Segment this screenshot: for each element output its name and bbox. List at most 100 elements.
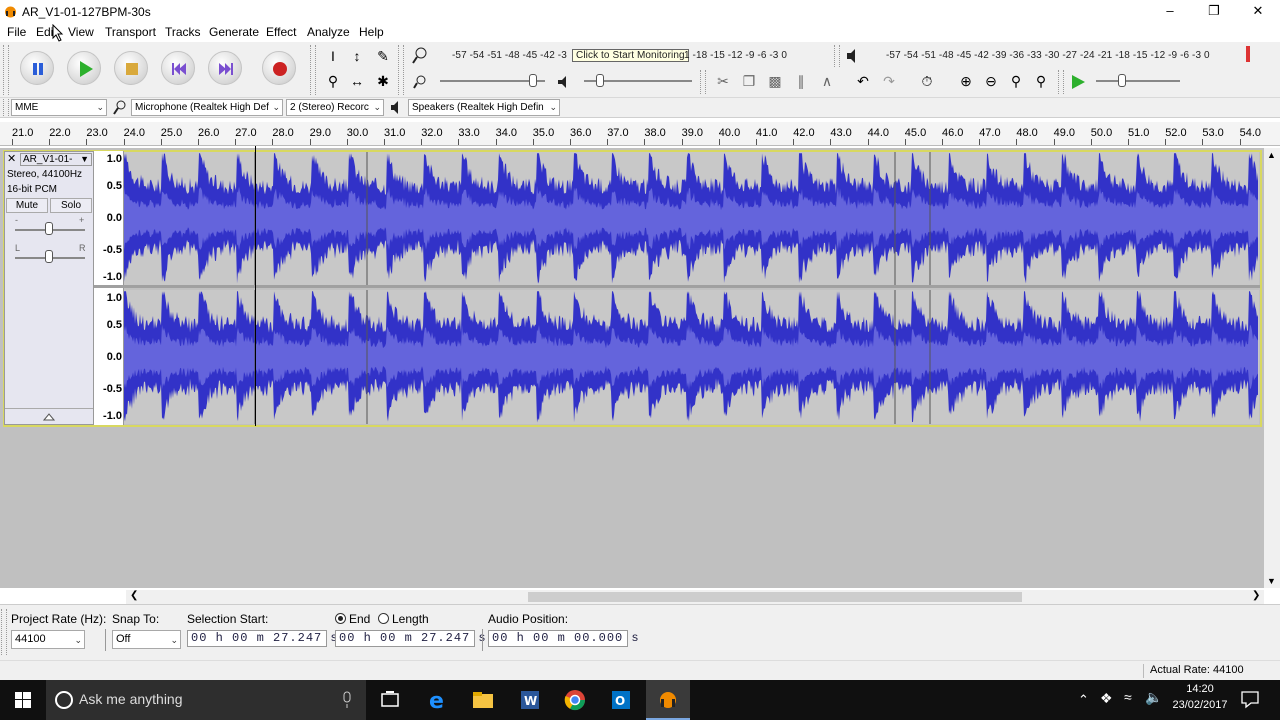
play-button[interactable] bbox=[67, 51, 101, 85]
horizontal-scrollbar[interactable]: ❮ ❯ bbox=[126, 590, 1264, 604]
zoom-out-icon[interactable]: ⊖ bbox=[980, 70, 1002, 92]
audacity-taskbar-button[interactable] bbox=[646, 680, 690, 720]
collapse-track-button[interactable] bbox=[5, 408, 93, 424]
envelope-tool-icon[interactable]: ↕ bbox=[346, 45, 368, 67]
playback-meter-speaker-icon[interactable] bbox=[844, 46, 864, 66]
menu-tracks[interactable]: Tracks bbox=[165, 25, 201, 39]
vertical-scrollbar[interactable]: ▲ ▼ bbox=[1264, 148, 1280, 588]
menu-transport[interactable]: Transport bbox=[105, 25, 156, 39]
record-meter-scale[interactable]: -57 -54 -51 -48 -45 -42 -3 bbox=[452, 50, 567, 61]
dropbox-icon[interactable]: ❖ bbox=[1100, 690, 1113, 707]
edge-browser-icon[interactable]: e bbox=[426, 688, 450, 714]
task-view-icon[interactable] bbox=[378, 688, 402, 712]
silence-icon[interactable]: ∧ bbox=[816, 70, 838, 92]
amplitude-scale[interactable]: 1.0 0.5 0.0 -0.5 -1.0 1.0 0.5 0.0 -0.5 -… bbox=[94, 151, 124, 425]
trim-icon[interactable]: ∥ bbox=[790, 70, 812, 92]
menu-effect[interactable]: Effect bbox=[266, 25, 296, 39]
recording-channels-select[interactable]: 2 (Stereo) Recorc ⌄ bbox=[286, 99, 384, 116]
scroll-down-icon[interactable]: ▼ bbox=[1267, 576, 1276, 586]
toolbar-grip[interactable] bbox=[1058, 70, 1064, 94]
recording-device-select[interactable]: Microphone (Realtek High Def ⌄ bbox=[131, 99, 283, 116]
menu-analyze[interactable]: Analyze bbox=[307, 25, 350, 39]
fit-project-icon[interactable]: ⚲ bbox=[1030, 70, 1052, 92]
menu-file[interactable]: File bbox=[7, 25, 26, 39]
end-radio[interactable] bbox=[335, 613, 346, 624]
start-button[interactable] bbox=[0, 680, 46, 720]
mute-button[interactable]: Mute bbox=[6, 198, 48, 213]
record-meter-scale-right[interactable]: 1 -18 -15 -12 -9 -6 -3 0 bbox=[684, 50, 787, 61]
snap-to-select[interactable]: Off ⌄ bbox=[112, 630, 181, 649]
skip-to-end-button[interactable] bbox=[208, 51, 242, 85]
selection-tool-icon[interactable]: I bbox=[322, 45, 344, 67]
toolbar-grip[interactable] bbox=[3, 99, 9, 116]
skip-to-start-button[interactable] bbox=[161, 51, 195, 85]
close-button[interactable]: ✕ bbox=[1236, 0, 1280, 24]
time-shift-tool-icon[interactable]: ↔ bbox=[346, 70, 368, 92]
undo-icon[interactable]: ↶ bbox=[852, 70, 874, 92]
action-center-icon[interactable] bbox=[1240, 689, 1260, 709]
show-hidden-icons-chevron-icon[interactable]: ⌃ bbox=[1078, 692, 1089, 708]
pause-button[interactable] bbox=[20, 51, 54, 85]
toolbar-grip[interactable] bbox=[834, 45, 840, 67]
scroll-left-icon[interactable]: ❮ bbox=[130, 590, 138, 601]
zoom-in-icon[interactable]: ⊕ bbox=[955, 70, 977, 92]
cut-icon[interactable]: ✂ bbox=[712, 70, 734, 92]
gain-slider-thumb[interactable] bbox=[45, 222, 53, 235]
cortana-search-box[interactable]: Ask me anything bbox=[46, 680, 366, 720]
zoom-tool-icon[interactable]: ⚲ bbox=[322, 70, 344, 92]
menu-help[interactable]: Help bbox=[359, 25, 384, 39]
wifi-icon[interactable]: ≈ bbox=[1124, 689, 1132, 705]
redo-icon[interactable]: ↷ bbox=[878, 70, 900, 92]
paste-icon[interactable]: ▩ bbox=[764, 70, 786, 92]
audio-host-select[interactable]: MME ⌄ bbox=[11, 99, 107, 116]
audio-position-field[interactable]: 00 h 00 m 00.000 s bbox=[488, 630, 639, 647]
track-name-menu[interactable]: AR_V1-01- ▼ bbox=[20, 153, 92, 166]
close-track-icon[interactable]: ✕ bbox=[7, 154, 18, 165]
project-rate-select[interactable]: 44100 ⌄ bbox=[11, 630, 85, 649]
horizontal-scroll-thumb[interactable] bbox=[528, 592, 1022, 602]
timeline-ruler[interactable]: 21.0 22.0 23.0 24.0 25.0 26.0 27.0 28.0 29.0 30.0… bbox=[0, 122, 1280, 146]
stop-button[interactable] bbox=[114, 51, 148, 85]
waveform-right-channel[interactable] bbox=[124, 290, 1259, 424]
record-meter-mic-icon[interactable] bbox=[410, 46, 432, 66]
toolbar-grip[interactable] bbox=[398, 45, 404, 95]
menu-view[interactable]: View bbox=[68, 25, 94, 39]
minimize-button[interactable]: – bbox=[1148, 0, 1192, 24]
chrome-icon[interactable] bbox=[563, 688, 587, 712]
toolbar-grip[interactable] bbox=[1, 609, 7, 655]
copy-icon[interactable]: ❐ bbox=[738, 70, 760, 92]
pan-slider-thumb[interactable] bbox=[45, 250, 53, 263]
length-radio-label[interactable]: Length bbox=[392, 612, 429, 626]
fit-selection-icon[interactable]: ⚲ bbox=[1005, 70, 1027, 92]
microphone-icon[interactable] bbox=[340, 690, 354, 710]
scroll-right-icon[interactable]: ❯ bbox=[1252, 590, 1260, 601]
outlook-icon[interactable]: O bbox=[609, 688, 633, 712]
toolbar-grip[interactable] bbox=[700, 70, 706, 94]
playback-meter-scale[interactable]: -57 -54 -51 -48 -45 -42 -39 -36 -33 -30 … bbox=[886, 50, 1210, 61]
playback-volume-thumb[interactable] bbox=[596, 74, 604, 87]
solo-button[interactable]: Solo bbox=[50, 198, 92, 213]
end-radio-label[interactable]: End bbox=[349, 612, 370, 626]
file-explorer-icon[interactable] bbox=[471, 688, 495, 712]
selection-end-field[interactable]: 00 h 00 m 27.247 s bbox=[335, 630, 486, 647]
clock-date[interactable]: 23/02/2017 bbox=[1166, 699, 1234, 711]
playback-device-select[interactable]: Speakers (Realtek High Defin ⌄ bbox=[408, 99, 560, 116]
scroll-up-icon[interactable]: ▲ bbox=[1267, 150, 1276, 160]
menu-generate[interactable]: Generate bbox=[209, 25, 259, 39]
toolbar-grip[interactable] bbox=[3, 45, 9, 95]
length-radio[interactable] bbox=[378, 613, 389, 624]
word-icon[interactable]: W bbox=[518, 688, 542, 712]
multi-tool-icon[interactable]: ✱ bbox=[372, 70, 394, 92]
record-button[interactable] bbox=[262, 51, 296, 85]
recording-volume-thumb[interactable] bbox=[529, 74, 537, 87]
track-control-panel[interactable]: ✕ AR_V1-01- ▼ Stereo, 44100Hz 16-bit PCM … bbox=[4, 151, 94, 425]
restore-button[interactable]: ❐ bbox=[1192, 0, 1236, 24]
play-speed-thumb[interactable] bbox=[1118, 74, 1126, 87]
sync-lock-icon[interactable]: ⏱ bbox=[916, 70, 938, 92]
toolbar-grip[interactable] bbox=[310, 45, 316, 95]
clock-time[interactable]: 14:20 bbox=[1170, 683, 1230, 695]
play-speed-slider[interactable] bbox=[1096, 80, 1180, 82]
waveform-left-channel[interactable] bbox=[124, 152, 1259, 285]
draw-tool-icon[interactable]: ✎ bbox=[372, 45, 394, 67]
play-at-speed-button[interactable] bbox=[1068, 72, 1088, 92]
